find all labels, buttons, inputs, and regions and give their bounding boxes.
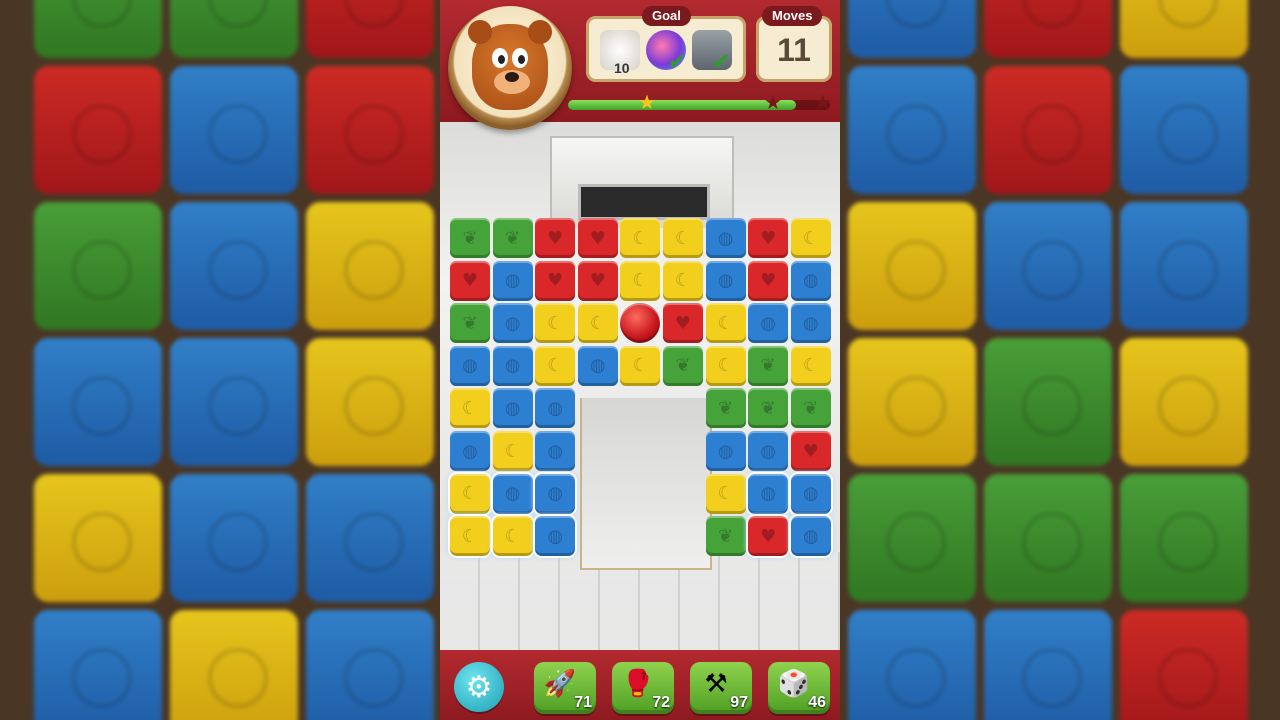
- red-heart-cube[interactable]: ♥: [577, 218, 618, 258]
- yellow-moon-cube[interactable]: ☾: [790, 345, 831, 386]
- blue-globe-cube[interactable]: ◍: [533, 514, 578, 559]
- blue-globe-cube[interactable]: ◍: [533, 471, 578, 516]
- blue-globe-cube[interactable]: ◍: [577, 345, 618, 386]
- boxing-glove-booster-count: 72: [652, 694, 670, 711]
- rocket-booster-count: 71: [574, 694, 592, 711]
- rocket-booster[interactable]: 🚀 71: [534, 662, 596, 714]
- blue-globe-cube[interactable]: ◍: [490, 471, 535, 516]
- blue-globe-cube[interactable]: ◍: [746, 471, 791, 516]
- game-board: ❦ ❦ ♥ ♥ ☾ ☾ ◍ ♥ ☾ ♥ ◍ ♥ ♥ ☾ ☾ ◍ ♥ ◍ ❦ ◍ ☾ ☾ ♥ ☾ ◍ ◍ ◍ ◍ ☾ ◍ ☾ ❦ ☾ ❦ ☾ ☾ ◍ ◍ ❦ ❦…: [448, 216, 834, 570]
- blue-globe-cube[interactable]: ◍: [748, 431, 789, 471]
- blue-globe-cube[interactable]: ◍: [535, 431, 576, 471]
- disco-ball-booster-icon[interactable]: [620, 303, 661, 344]
- red-heart-cube[interactable]: ♥: [748, 260, 789, 301]
- green-leaf-cube[interactable]: ❦: [748, 388, 789, 429]
- red-heart-cube[interactable]: ♥: [746, 514, 791, 559]
- red-heart-cube[interactable]: ♥: [748, 218, 789, 258]
- blue-globe-cube[interactable]: ◍: [450, 345, 490, 386]
- score-progress-fill: [568, 100, 796, 110]
- boxing-glove-booster[interactable]: 🥊 72: [612, 662, 674, 714]
- yellow-moon-cube[interactable]: ☾: [705, 473, 746, 514]
- blue-globe-cube[interactable]: ◍: [705, 218, 746, 258]
- green-leaf-cube[interactable]: ❦: [450, 303, 490, 344]
- yellow-moon-cube[interactable]: ☾: [705, 303, 746, 344]
- star-3-icon: ★: [814, 90, 832, 114]
- background-left-blur: [0, 0, 440, 720]
- bottom-toolbar: ⚙ 🚀 71 🥊 72 ⚒ 97 🎲 46: [440, 650, 840, 720]
- goal-label: Goal: [642, 6, 691, 26]
- red-heart-cube[interactable]: ♥: [577, 260, 618, 301]
- hammer-booster[interactable]: ⚒ 97: [690, 662, 752, 714]
- blue-globe-cube[interactable]: ◍: [705, 431, 746, 471]
- red-heart-cube[interactable]: ♥: [450, 260, 490, 301]
- yellow-moon-cube[interactable]: ☾: [620, 345, 661, 386]
- dice-booster[interactable]: 🎲 46: [768, 662, 830, 714]
- yellow-moon-cube[interactable]: ☾: [448, 514, 492, 559]
- yellow-moon-cube[interactable]: ☾: [492, 431, 533, 471]
- red-heart-cube[interactable]: ♥: [663, 303, 703, 344]
- blue-globe-cube[interactable]: ◍: [705, 260, 746, 301]
- blue-globe-cube[interactable]: ◍: [788, 471, 833, 516]
- top-hud: Goal 10 ✔ ✔ Moves 11 ★ ★ ★: [440, 0, 840, 130]
- dice-booster-count: 46: [808, 694, 826, 711]
- moves-label: Moves: [762, 6, 823, 26]
- blue-globe-cube[interactable]: ◍: [450, 431, 490, 471]
- yellow-moon-cube[interactable]: ☾: [535, 345, 576, 386]
- yellow-moon-cube[interactable]: ☾: [705, 345, 746, 386]
- bear-avatar: [448, 6, 572, 130]
- blue-globe-cube[interactable]: ◍: [492, 303, 533, 344]
- green-leaf-cube[interactable]: ❦: [705, 516, 746, 557]
- blue-globe-cube[interactable]: ◍: [790, 303, 831, 344]
- yellow-moon-cube[interactable]: ☾: [577, 303, 618, 344]
- settings-gear-icon[interactable]: ⚙: [454, 662, 504, 712]
- goal-panel: Goal 10 ✔ ✔: [586, 6, 746, 82]
- goal-complete-check-icon: ✔: [668, 50, 687, 75]
- green-leaf-cube[interactable]: ❦: [450, 218, 490, 258]
- yellow-moon-cube[interactable]: ☾: [620, 260, 661, 301]
- moves-panel: Moves 11: [756, 6, 832, 82]
- green-leaf-cube[interactable]: ❦: [492, 218, 533, 258]
- red-heart-cube[interactable]: ♥: [535, 218, 576, 258]
- yellow-moon-cube[interactable]: ☾: [448, 471, 492, 516]
- yellow-moon-cube[interactable]: ☾: [450, 388, 490, 429]
- background-right-blur: [840, 0, 1280, 720]
- dice-booster-icon: 🎲: [777, 669, 811, 699]
- blue-globe-cube[interactable]: ◍: [535, 388, 576, 429]
- boxing-glove-booster-icon: 🥊: [621, 669, 655, 699]
- yellow-moon-cube[interactable]: ☾: [490, 514, 535, 559]
- yellow-moon-cube[interactable]: ☾: [535, 303, 576, 344]
- blue-globe-cube[interactable]: ◍: [748, 303, 789, 344]
- goal-complete-check-icon: ✔: [712, 50, 731, 75]
- red-heart-cube[interactable]: ♥: [790, 431, 831, 471]
- blue-globe-cube[interactable]: ◍: [492, 388, 533, 429]
- score-progress-bar: ★ ★ ★: [568, 92, 832, 112]
- goal-glass-count: 10: [614, 60, 630, 76]
- green-leaf-cube[interactable]: ❦: [748, 345, 789, 386]
- green-leaf-cube[interactable]: ❦: [663, 345, 703, 386]
- green-leaf-cube[interactable]: ❦: [790, 388, 831, 429]
- green-leaf-cube[interactable]: ❦: [705, 388, 746, 429]
- rocket-booster-icon: 🚀: [543, 669, 577, 699]
- game-panel: Goal 10 ✔ ✔ Moves 11 ★ ★ ★ ❦ ❦ ♥ ♥ ☾ ☾ ◍ ♥ ☾ ♥ ◍ ♥ ♥…: [440, 0, 840, 720]
- blue-globe-cube[interactable]: ◍: [492, 345, 533, 386]
- hammer-booster-icon: ⚒: [704, 669, 728, 699]
- yellow-moon-cube[interactable]: ☾: [790, 218, 831, 258]
- blue-globe-cube[interactable]: ◍: [788, 514, 833, 559]
- star-1-icon: ★: [638, 90, 656, 114]
- board-empty-pit: [580, 398, 712, 570]
- heart-monitor: [578, 184, 710, 220]
- yellow-moon-cube[interactable]: ☾: [663, 218, 703, 258]
- yellow-moon-cube[interactable]: ☾: [620, 218, 661, 258]
- blue-globe-cube[interactable]: ◍: [492, 260, 533, 301]
- red-heart-cube[interactable]: ♥: [535, 260, 576, 301]
- hammer-booster-count: 97: [730, 694, 748, 711]
- moves-counter: 11: [777, 32, 811, 68]
- yellow-moon-cube[interactable]: ☾: [663, 260, 703, 301]
- blue-globe-cube[interactable]: ◍: [790, 260, 831, 301]
- star-2-icon: ★: [764, 90, 782, 114]
